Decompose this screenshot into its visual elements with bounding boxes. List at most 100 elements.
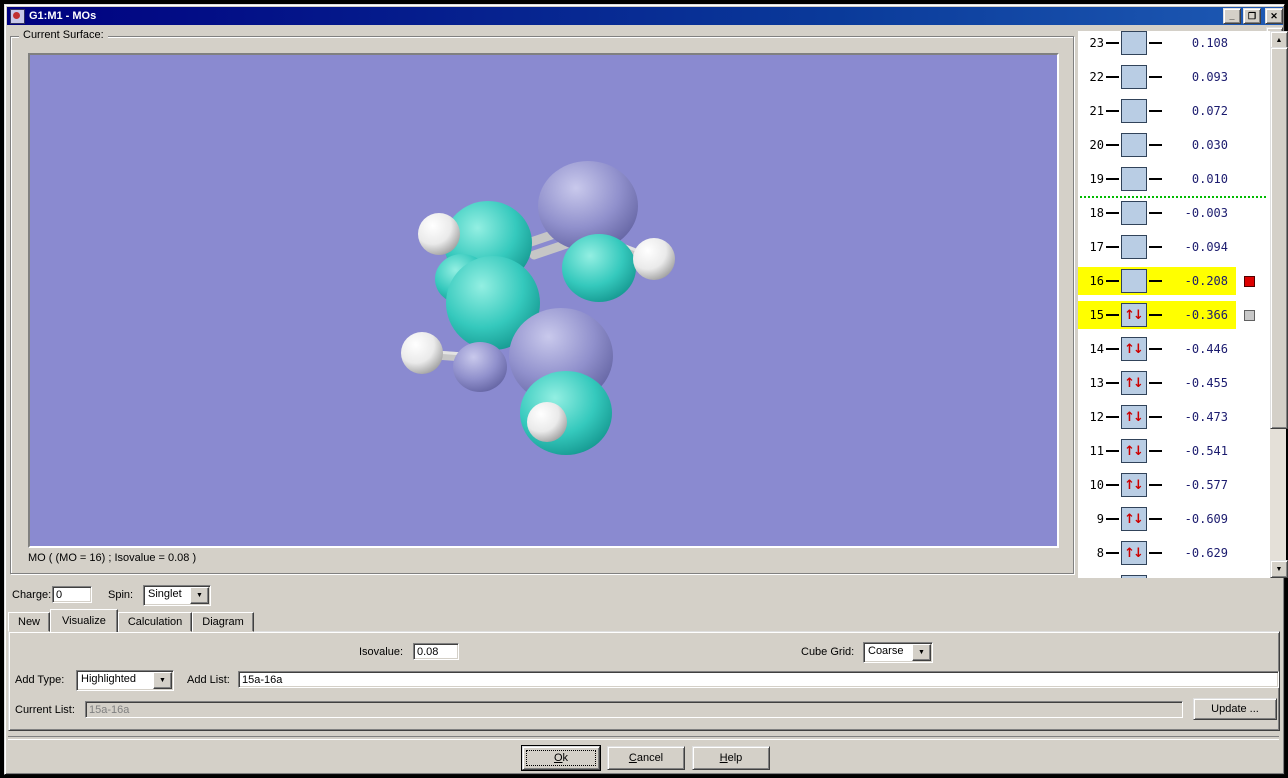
red-marker-icon[interactable] [1244, 275, 1255, 287]
restore-button[interactable]: ❐ [1243, 8, 1261, 24]
mo-energy-value: 0.030 [1191, 138, 1228, 152]
scroll-down-icon[interactable]: ▼ [1270, 560, 1288, 578]
mo-energy-value: 0.093 [1191, 70, 1228, 84]
mo-level-box[interactable] [1121, 269, 1147, 293]
spin-down-arrow-icon: ↓ [1133, 545, 1144, 561]
mo-number: 15 [1089, 308, 1104, 322]
spin-down-arrow-icon: ↓ [1133, 341, 1144, 357]
tab-visualize[interactable]: Visualize [50, 609, 118, 632]
cancel-button[interactable]: Cancel [607, 746, 685, 770]
mo-row-19[interactable]: 19 0.010 [1078, 162, 1270, 196]
mo-number: 21 [1089, 104, 1104, 118]
mo-line-left [1106, 348, 1119, 350]
mo-line-right [1149, 348, 1162, 350]
mo-line-right [1149, 212, 1162, 214]
mo-row-10[interactable]: 10 ↑ ↓ -0.577 [1078, 468, 1270, 502]
mo-row-11[interactable]: 11 ↑ ↓ -0.541 [1078, 434, 1270, 468]
mo-level-box[interactable] [1121, 133, 1147, 157]
mo-level-list[interactable]: 23 0.108 22 0.093 21 0.072 20 0.030 19 0.010 18 -0.… [1078, 31, 1270, 578]
mo-energy-value: 0.010 [1191, 172, 1228, 186]
mo-energy-value: -0.094 [1184, 240, 1228, 254]
app-icon [10, 8, 25, 24]
mo-level-rows: 23 0.108 22 0.093 21 0.072 20 0.030 19 0.010 18 -0.… [1078, 31, 1270, 578]
mo-level-box[interactable]: ↑↓ [1121, 575, 1147, 578]
mo-row-9[interactable]: 9 ↑ ↓ -0.609 [1078, 502, 1270, 536]
mo-line-right [1149, 76, 1162, 78]
window-title: G1:M1 - MOs [29, 10, 97, 22]
spin-down-arrow-icon: ↓ [1133, 409, 1144, 425]
help-button[interactable]: Help [692, 746, 770, 770]
mo-number: 13 [1089, 376, 1104, 390]
add-type-combobox[interactable]: Highlighted ▼ [76, 670, 174, 691]
tab-bar: New Visualize Calculation Diagram [8, 609, 254, 632]
tab-calculation[interactable]: Calculation [117, 612, 193, 632]
mo-level-box[interactable]: ↑↓ [1121, 303, 1147, 327]
mo-level-box[interactable]: ↑↓ [1121, 541, 1147, 565]
mo-row-14[interactable]: 14 ↑ ↓ -0.446 [1078, 332, 1270, 366]
mo-level-box[interactable]: ↑↓ [1121, 371, 1147, 395]
spin-down-arrow-icon: ↓ [1133, 511, 1144, 527]
molecule-orbital-rendering [401, 161, 675, 455]
mo-level-box[interactable] [1121, 167, 1147, 191]
charge-input[interactable] [52, 586, 92, 603]
chevron-down-icon[interactable]: ▼ [153, 672, 172, 689]
mo-row-band: 15 ↑ ↓ -0.366 [1078, 301, 1236, 329]
add-list-label: Add List: [187, 674, 230, 686]
mo-row-23[interactable]: 23 0.108 [1078, 31, 1270, 60]
tab-diagram[interactable]: Diagram [192, 612, 254, 632]
mo-level-box[interactable]: ↑↓ [1121, 439, 1147, 463]
mo-row-12[interactable]: 12 ↑ ↓ -0.473 [1078, 400, 1270, 434]
mo-row-20[interactable]: 20 0.030 [1078, 128, 1270, 162]
scrollbar-thumb[interactable] [1270, 47, 1288, 429]
mo-level-box[interactable] [1121, 235, 1147, 259]
mo-number: 8 [1096, 546, 1104, 560]
mo-row-15[interactable]: 15 ↑ ↓ -0.366 [1078, 298, 1270, 332]
mo-row-13[interactable]: 13 ↑ ↓ -0.455 [1078, 366, 1270, 400]
minimize-button[interactable]: _ [1223, 8, 1241, 24]
positive-lobe [453, 342, 507, 392]
mo-row-band: 20 0.030 [1078, 131, 1236, 159]
add-list-input[interactable] [238, 671, 1279, 688]
isovalue-input[interactable] [413, 643, 459, 660]
mo-line-right [1149, 314, 1162, 316]
mo-energy-value: -0.629 [1184, 546, 1228, 560]
mo-row-17[interactable]: 17 -0.094 [1078, 230, 1270, 264]
mo-line-left [1106, 280, 1119, 282]
chevron-down-icon[interactable]: ▼ [190, 587, 209, 604]
mo-number: 23 [1089, 36, 1104, 50]
mo-line-right [1149, 416, 1162, 418]
mo-row-21[interactable]: 21 0.072 [1078, 94, 1270, 128]
mo-level-box[interactable] [1121, 99, 1147, 123]
mo-line-right [1149, 484, 1162, 486]
mo-level-box[interactable]: ↑↓ [1121, 507, 1147, 531]
mo-row-16[interactable]: 16 -0.208 [1078, 264, 1270, 298]
mo-level-box[interactable] [1121, 65, 1147, 89]
mo-level-box[interactable]: ↑↓ [1121, 405, 1147, 429]
chevron-down-icon[interactable]: ▼ [912, 644, 931, 661]
hydrogen-atom [633, 238, 675, 280]
title-bar[interactable]: G1:M1 - MOs _ ❐ ✕ [7, 7, 1283, 25]
mo-line-left [1106, 518, 1119, 520]
spin-combobox[interactable]: Singlet ▼ [143, 585, 211, 606]
mo-row-band: 14 ↑ ↓ -0.446 [1078, 335, 1236, 363]
spin-value: Singlet [148, 588, 182, 600]
molecule-3d-view[interactable] [28, 53, 1059, 548]
mo-energy-value: -0.366 [1184, 308, 1228, 322]
mo-level-box[interactable]: ↑↓ [1121, 337, 1147, 361]
tab-new[interactable]: New [8, 612, 51, 632]
close-button[interactable]: ✕ [1265, 8, 1283, 24]
ok-button[interactable]: Ok [522, 746, 600, 770]
mo-row-18[interactable]: 18 -0.003 [1078, 196, 1270, 230]
mo-level-box[interactable] [1121, 31, 1147, 55]
mo-row-22[interactable]: 22 0.093 [1078, 60, 1270, 94]
mo-number: 12 [1089, 410, 1104, 424]
cube-grid-combobox[interactable]: Coarse ▼ [863, 642, 933, 663]
update-button[interactable]: Update ... [1193, 698, 1277, 720]
mo-line-right [1149, 450, 1162, 452]
mo-level-box[interactable] [1121, 201, 1147, 225]
mo-row-8[interactable]: 8 ↑ ↓ -0.629 [1078, 536, 1270, 570]
gray-marker-icon[interactable] [1244, 309, 1255, 321]
mo-level-box[interactable]: ↑↓ [1121, 473, 1147, 497]
mo-list-scrollbar[interactable]: ▲ ▼ [1270, 31, 1288, 578]
mo-row-partial[interactable]: ↑↓ [1078, 570, 1270, 578]
